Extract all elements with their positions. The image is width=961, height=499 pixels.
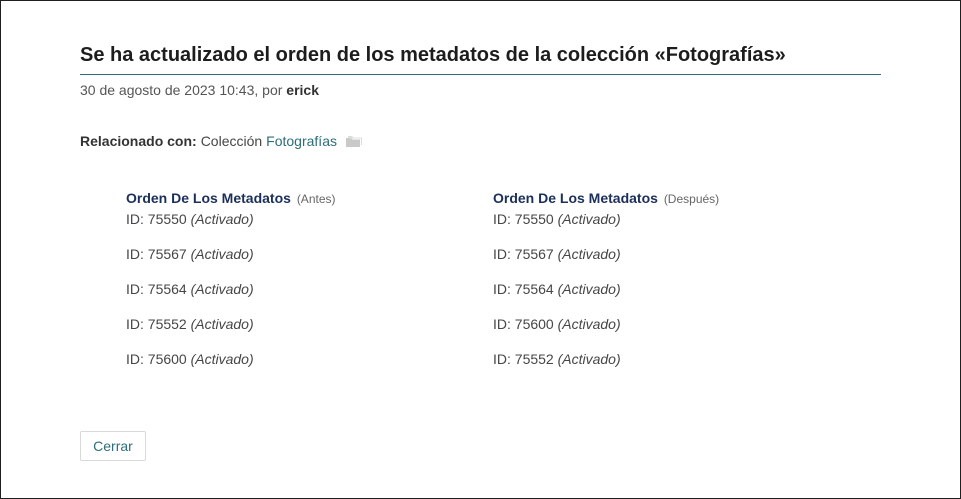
close-button[interactable]: Cerrar	[80, 431, 146, 461]
activity-meta: 30 de agosto de 2023 10:43, por erick	[80, 82, 319, 98]
after-heading: Orden De Los Metadatos (Después)	[493, 190, 823, 209]
item-id: ID: 75600	[493, 316, 554, 332]
item-id: ID: 75567	[126, 246, 187, 262]
list-item: ID: 75567 (Activado)	[126, 244, 456, 279]
metadata-order-before: Orden De Los Metadatos (Antes) ID: 75550…	[126, 190, 456, 384]
before-title: Orden De Los Metadatos	[126, 190, 291, 206]
item-id: ID: 75550	[493, 211, 554, 227]
item-status: (Activado)	[557, 351, 621, 367]
list-item: ID: 75550 (Activado)	[126, 209, 456, 244]
item-id: ID: 75564	[126, 281, 187, 297]
item-status: (Activado)	[557, 281, 621, 297]
item-status: (Activado)	[557, 211, 621, 227]
list-item: ID: 75550 (Activado)	[493, 209, 823, 244]
list-item: ID: 75567 (Activado)	[493, 244, 823, 279]
after-title: Orden De Los Metadatos	[493, 190, 658, 206]
list-item: ID: 75564 (Activado)	[493, 279, 823, 314]
item-id: ID: 75564	[493, 281, 554, 297]
item-id: ID: 75550	[126, 211, 187, 227]
item-status: (Activado)	[190, 246, 254, 262]
related-info: Relacionado con: Colección Fotografías	[80, 133, 362, 149]
list-item: ID: 75552 (Activado)	[126, 314, 456, 349]
page-title: Se ha actualizado el orden de los metada…	[80, 44, 786, 66]
list-item: ID: 75564 (Activado)	[126, 279, 456, 314]
after-qualifier: (Después)	[663, 192, 720, 206]
activity-date: 30 de agosto de 2023 10:43, por	[80, 82, 287, 98]
title-divider	[80, 74, 881, 75]
collection-link[interactable]: Fotografías	[266, 133, 337, 149]
activity-author: erick	[286, 82, 319, 98]
related-label: Relacionado con:	[80, 133, 197, 149]
item-id: ID: 75552	[126, 316, 187, 332]
item-status: (Activado)	[190, 281, 254, 297]
list-item: ID: 75600 (Activado)	[126, 349, 456, 384]
item-status: (Activado)	[557, 316, 621, 332]
activity-dialog: Se ha actualizado el orden de los metada…	[0, 0, 961, 499]
item-status: (Activado)	[190, 316, 254, 332]
list-item: ID: 75600 (Activado)	[493, 314, 823, 349]
before-qualifier: (Antes)	[296, 192, 336, 206]
item-id: ID: 75552	[493, 351, 554, 367]
list-item: ID: 75552 (Activado)	[493, 349, 823, 384]
item-id: ID: 75600	[126, 351, 187, 367]
item-status: (Activado)	[190, 211, 254, 227]
folder-icon	[346, 135, 362, 148]
before-heading: Orden De Los Metadatos (Antes)	[126, 190, 456, 209]
item-id: ID: 75567	[493, 246, 554, 262]
item-status: (Activado)	[557, 246, 621, 262]
item-status: (Activado)	[190, 351, 254, 367]
metadata-order-after: Orden De Los Metadatos (Después) ID: 755…	[493, 190, 823, 384]
related-type: Colección	[200, 133, 263, 149]
